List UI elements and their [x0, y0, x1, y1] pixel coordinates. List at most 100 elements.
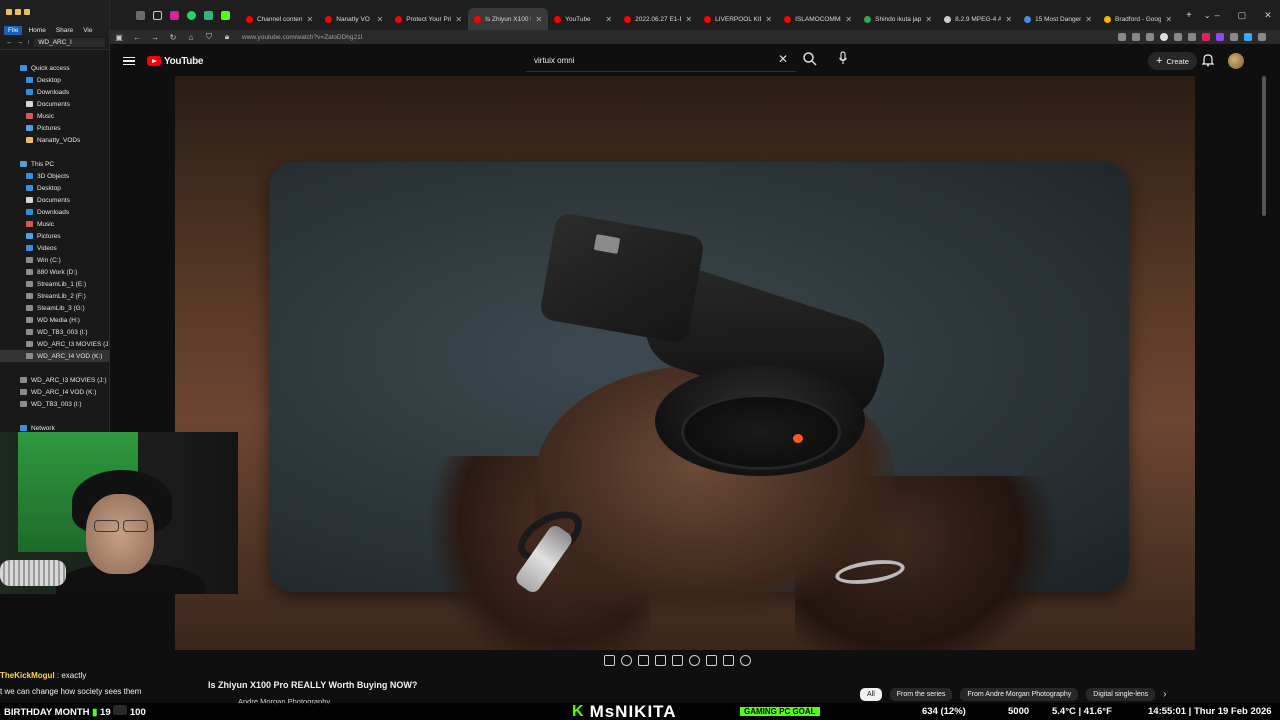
forward-arrow-icon[interactable]: → — [17, 39, 24, 46]
ribbon-view-tab[interactable]: Vie — [79, 26, 96, 35]
sidebar-toggle-icon[interactable]: ▣ — [110, 33, 128, 42]
clear-search-icon[interactable]: ✕ — [778, 52, 788, 66]
frame-icon[interactable] — [672, 655, 683, 666]
tree-item[interactable]: WD_TB3_003 (I:) — [0, 326, 109, 338]
reader-icon[interactable] — [1132, 33, 1140, 41]
explorer-path[interactable]: WD_ARC_I — [34, 38, 105, 47]
up-arrow-icon[interactable]: ↑ — [27, 39, 30, 46]
clip-icon[interactable] — [655, 655, 666, 666]
search-input[interactable]: virtuix omni — [526, 50, 796, 72]
tree-item[interactable]: WD_ARC_I4 VOD (K:) — [0, 350, 109, 362]
ribbon-home-tab[interactable]: Home — [24, 26, 49, 35]
browser-tab[interactable]: ISLAMOCOMMI ✕ — [778, 8, 858, 30]
speed-icon[interactable] — [689, 655, 700, 666]
tree-item[interactable]: Quick access — [0, 62, 109, 74]
loop-icon[interactable] — [604, 655, 615, 666]
browser-tab[interactable]: YouTube ✕ — [548, 8, 618, 30]
tree-item[interactable]: Nanatty_VODs — [0, 134, 109, 146]
tree-item[interactable]: Downloads — [0, 86, 109, 98]
camera-icon[interactable] — [723, 655, 734, 666]
puzzle-icon[interactable] — [1174, 33, 1182, 41]
tree-item[interactable]: WD_TB3_003 (I:) — [0, 398, 109, 410]
tree-item[interactable]: WD Media (H:) — [0, 314, 109, 326]
chevron-right-icon[interactable]: › — [1163, 689, 1166, 700]
browser-tab[interactable]: 2022.06.27 E1-E ✕ — [618, 8, 698, 30]
shield-icon[interactable]: ⛉ — [200, 32, 218, 42]
microphone-icon[interactable] — [838, 51, 848, 65]
notifications-bell-icon[interactable] — [1202, 53, 1214, 67]
close-window-icon[interactable]: ✕ — [1264, 10, 1272, 21]
instagram-icon[interactable] — [170, 10, 179, 20]
tree-item[interactable]: Downloads — [0, 206, 109, 218]
back-arrow-icon[interactable]: ← — [6, 39, 13, 46]
tree-item[interactable]: This PC — [0, 158, 109, 170]
chip-from-series[interactable]: From the series — [889, 688, 953, 701]
close-tab-icon[interactable]: ✕ — [1005, 15, 1012, 24]
browser-tab[interactable]: 8.2.9 MPEG-4 A ✕ — [938, 8, 1018, 30]
chip-digital-slr[interactable]: Digital single-lens — [1086, 688, 1156, 701]
tree-item[interactable]: SteamLib_3 (G:) — [0, 302, 109, 314]
audio-icon[interactable] — [621, 655, 632, 666]
close-tab-icon[interactable]: ✕ — [535, 15, 542, 24]
tab-list-chevron-icon[interactable]: ⌄ — [1200, 11, 1215, 20]
tree-item[interactable]: Pictures — [0, 230, 109, 242]
account-avatar[interactable] — [1228, 53, 1244, 69]
close-tab-icon[interactable]: ✕ — [845, 15, 852, 24]
screenshot-icon[interactable] — [638, 655, 649, 666]
screenshot-icon[interactable] — [1118, 33, 1126, 41]
app-icon[interactable] — [204, 10, 213, 20]
close-tab-icon[interactable]: ✕ — [925, 15, 932, 24]
back-icon[interactable]: ← — [128, 33, 146, 42]
new-tab-button[interactable]: + — [1178, 10, 1200, 21]
browser-tab[interactable]: 15 Most Danger ✕ — [1018, 8, 1098, 30]
close-tab-icon[interactable]: ✕ — [455, 15, 462, 24]
extension-icon[interactable] — [1244, 33, 1252, 41]
tree-item[interactable]: StreamLib_1 (E:) — [0, 278, 109, 290]
tree-item[interactable]: Pictures — [0, 122, 109, 134]
create-button[interactable]: + Create — [1148, 52, 1197, 70]
search-icon[interactable] — [802, 51, 818, 67]
page-scrollbar[interactable] — [1262, 76, 1266, 216]
workspaces-icon[interactable] — [136, 10, 145, 20]
tree-item[interactable]: 3D Objects — [0, 170, 109, 182]
chip-all[interactable]: All — [860, 688, 882, 701]
menu-icon[interactable] — [1258, 33, 1266, 41]
tree-item[interactable]: StreamLib_2 (F:) — [0, 290, 109, 302]
close-tab-icon[interactable]: ✕ — [1165, 15, 1172, 24]
extension-icon[interactable] — [1216, 33, 1224, 41]
bookmark-star-icon[interactable] — [1146, 33, 1154, 41]
tree-item[interactable]: 880 Work (D:) — [0, 266, 109, 278]
youtube-logo[interactable]: YouTube — [147, 56, 204, 67]
tree-item[interactable]: WD_ARC_I4 VOD (K:) — [0, 386, 109, 398]
reload-icon[interactable]: ↻ — [164, 33, 182, 42]
browser-tab[interactable]: LIVERPOOL KID ✕ — [698, 8, 778, 30]
ribbon-file-tab[interactable]: File — [4, 25, 23, 35]
url-field[interactable]: www.youtube.com/watch?v=ZaloDDhg21I — [242, 34, 363, 41]
tree-item[interactable]: Documents — [0, 98, 109, 110]
ribbon-share-tab[interactable]: Share — [52, 26, 77, 35]
tree-item[interactable]: Network — [0, 422, 109, 432]
x-twitter-icon[interactable] — [153, 10, 162, 20]
browser-tab[interactable]: Nanatty VO ✕ — [319, 8, 389, 30]
kick-icon[interactable] — [221, 10, 230, 20]
tree-item[interactable]: Desktop — [0, 74, 109, 86]
tree-item[interactable]: WD_ARC_I3 MOVIES (J:) — [0, 374, 109, 386]
minimize-icon[interactable]: – — [1215, 10, 1220, 21]
close-tab-icon[interactable]: ✕ — [765, 15, 772, 24]
close-tab-icon[interactable]: ✕ — [1085, 15, 1092, 24]
maximize-icon[interactable]: ▢ — [1238, 10, 1247, 21]
tree-item[interactable]: Desktop — [0, 182, 109, 194]
tree-item[interactable]: WD_ARC_I3 MOVIES (J:) — [0, 338, 109, 350]
browser-tab[interactable]: Shindo ikuta jap ✕ — [858, 8, 938, 30]
tree-item[interactable]: Win (C:) — [0, 254, 109, 266]
extension-icon[interactable] — [1202, 33, 1210, 41]
whatsapp-icon[interactable] — [187, 10, 196, 20]
tree-item[interactable]: Music — [0, 218, 109, 230]
browser-tab[interactable]: Is Zhiyun X100 P ✕ — [468, 8, 549, 30]
home-icon[interactable]: ⌂ — [182, 33, 200, 42]
extension-icon[interactable] — [1160, 33, 1168, 41]
tree-item[interactable]: Documents — [0, 194, 109, 206]
extension-icon[interactable] — [1188, 33, 1196, 41]
hamburger-menu-icon[interactable] — [123, 56, 135, 66]
tree-item[interactable]: Videos — [0, 242, 109, 254]
